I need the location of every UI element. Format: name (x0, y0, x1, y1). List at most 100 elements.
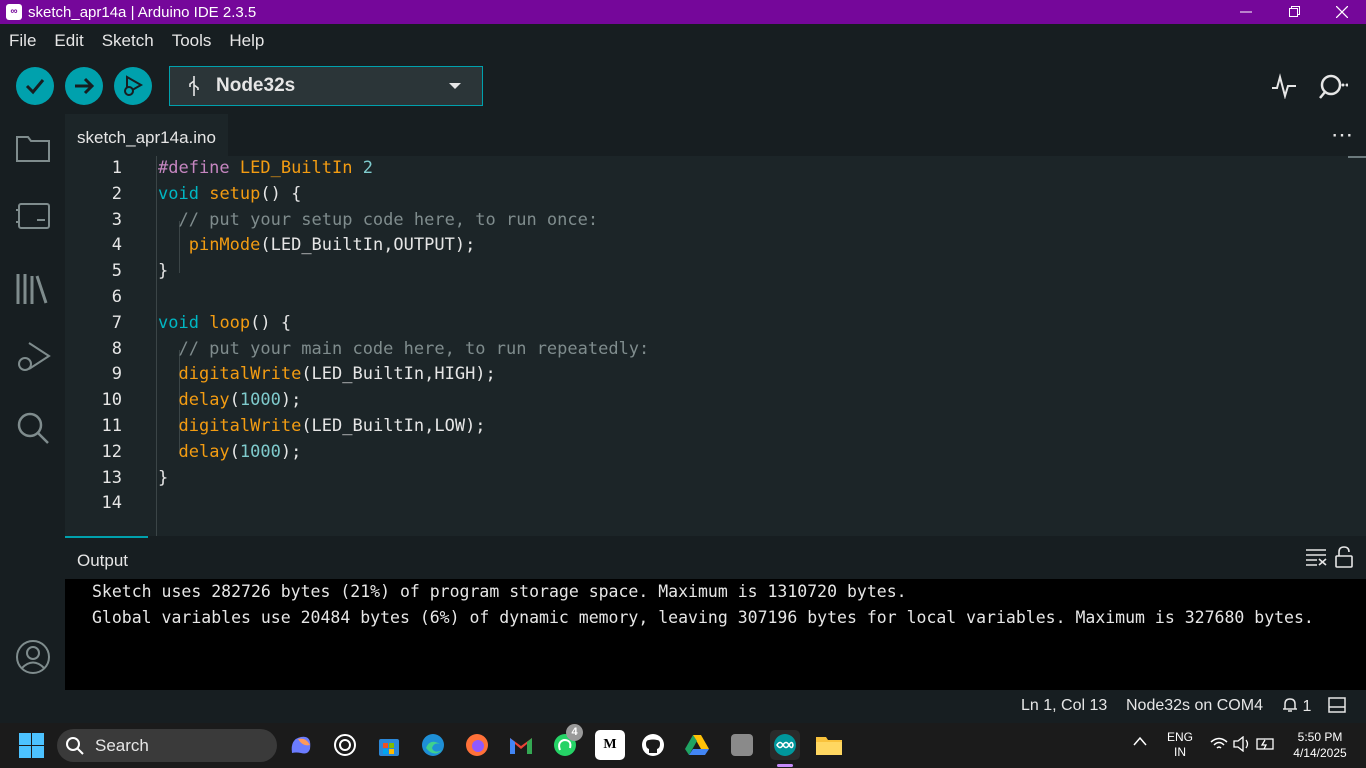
code-line[interactable]: 3 // put your setup code here, to run on… (65, 210, 1348, 236)
file-explorer-icon[interactable] (814, 730, 844, 760)
account-button[interactable] (14, 638, 52, 676)
line-number: 4 (111, 235, 122, 256)
search-icon (17, 412, 49, 444)
code-text: } (158, 467, 169, 488)
minimize-icon (1240, 11, 1252, 13)
bell-icon (1283, 698, 1297, 712)
board-selector[interactable]: Node32s (169, 66, 483, 106)
code-line[interactable]: 13} (65, 468, 1348, 494)
network-button[interactable] (1210, 737, 1228, 754)
output-panel: Output Sketch uses 282726 bytes (21%) of… (65, 536, 1366, 690)
code-line[interactable]: 1 #define LED_BuiltIn 2 (65, 158, 1348, 184)
code-line[interactable]: 5} (65, 261, 1348, 287)
title-bar: ∞ sketch_apr14a | Arduino IDE 2.3.5 (0, 0, 1366, 24)
code-text: } (158, 261, 169, 282)
code-line[interactable]: 11 digitalWrite(LED_BuiltIn,LOW); (65, 416, 1348, 442)
serial-monitor-button[interactable] (1316, 70, 1348, 102)
board-name: Node32s (216, 75, 296, 96)
windows-logo-icon (19, 733, 44, 758)
serial-plotter-button[interactable] (1268, 70, 1300, 102)
scroll-lock-button[interactable] (1333, 546, 1355, 568)
clear-output-button[interactable] (1305, 546, 1327, 568)
menu-help[interactable]: Help (220, 31, 273, 51)
debug-sidebar-button[interactable] (14, 338, 52, 376)
code-line[interactable]: 10 delay(1000); (65, 390, 1348, 416)
boards-manager-icon (16, 203, 50, 229)
code-line[interactable]: 12 delay(1000); (65, 442, 1348, 468)
arduino-icon[interactable] (770, 730, 800, 760)
toggle-panel-button[interactable] (1328, 697, 1346, 718)
tab-output[interactable]: Output (65, 536, 148, 579)
line-number: 5 (111, 261, 122, 282)
blank-app-icon[interactable] (727, 730, 757, 760)
copilot-icon[interactable] (286, 730, 316, 760)
clock[interactable]: 5:50 PM 4/14/2025 (1290, 729, 1350, 761)
code-editor[interactable]: 1 #define LED_BuiltIn 2 2 void setup() {3 /… (65, 156, 1348, 536)
gmail-icon[interactable] (506, 730, 536, 760)
start-button[interactable] (19, 733, 44, 763)
menu-file[interactable]: File (0, 31, 45, 51)
code-text: pinMode(LED_BuiltIn,OUTPUT); (188, 235, 476, 256)
microsoft-store-icon[interactable] (374, 730, 404, 760)
maximize-button[interactable] (1270, 0, 1318, 24)
usb-icon (189, 76, 199, 96)
board-port-status[interactable]: Node32s on COM4 (1126, 697, 1263, 715)
volume-button[interactable] (1233, 735, 1251, 755)
code-line[interactable]: 6 (65, 287, 1348, 313)
code-text: void loop() { (158, 312, 292, 333)
menu-sketch[interactable]: Sketch (93, 31, 163, 51)
language-indicator[interactable]: ENG IN (1164, 730, 1196, 760)
notification-count: 1 (1302, 698, 1312, 715)
sketchbook-button[interactable] (14, 128, 52, 166)
code-text: delay(1000); (178, 390, 302, 411)
chatgpt-icon[interactable] (330, 730, 360, 760)
medium-icon[interactable]: M (595, 730, 625, 760)
window-title: sketch_apr14a | Arduino IDE 2.3.5 (28, 3, 257, 21)
menu-edit[interactable]: Edit (45, 31, 92, 51)
code-line[interactable]: 14 (65, 493, 1348, 519)
edge-icon[interactable] (418, 730, 448, 760)
debug-icon (18, 342, 51, 371)
notifications-button[interactable]: 1 (1282, 697, 1311, 716)
google-drive-icon[interactable] (682, 730, 712, 760)
battery-button[interactable] (1256, 736, 1276, 755)
taskbar-search[interactable]: Search (57, 729, 277, 762)
code-line[interactable]: 8 // put your main code here, to run rep… (65, 339, 1348, 365)
windows-taskbar: Search 4 M ENG IN 5:50 PM 4/14/2025 (0, 723, 1366, 768)
verify-button[interactable] (16, 67, 54, 105)
show-hidden-icons-button[interactable] (1133, 735, 1147, 749)
search-label: Search (95, 735, 149, 755)
debug-icon (124, 75, 144, 96)
library-manager-button[interactable] (14, 269, 52, 307)
whatsapp-badge: 4 (566, 724, 583, 741)
serial-plotter-icon (1272, 73, 1296, 99)
debug-button[interactable] (114, 67, 152, 105)
whatsapp-icon[interactable]: 4 (550, 724, 583, 760)
search-sidebar-button[interactable] (14, 409, 52, 447)
code-text: void setup() { (158, 183, 302, 204)
line-number: 6 (111, 287, 122, 307)
tab-sketch-file[interactable]: sketch_apr14a.ino (65, 114, 228, 156)
output-console[interactable]: Sketch uses 282726 bytes (21%) of progra… (65, 579, 1366, 690)
editor-area: sketch_apr14a.ino ⋯ 1 #define LED_BuiltIn… (65, 114, 1366, 536)
line-number: 14 (101, 493, 122, 514)
code-line[interactable]: 9 digitalWrite(LED_BuiltIn,HIGH); (65, 364, 1348, 390)
upload-button[interactable] (65, 67, 103, 105)
github-icon[interactable] (638, 730, 668, 760)
minimize-button[interactable] (1222, 0, 1270, 24)
scrollbar[interactable] (1348, 156, 1366, 158)
code-line[interactable]: 7 void loop() { (65, 313, 1348, 339)
code-line[interactable]: 4 pinMode(LED_BuiltIn,OUTPUT); (65, 235, 1348, 261)
firefox-icon[interactable] (462, 730, 492, 760)
line-number: 8 (111, 338, 122, 359)
wifi-icon (1210, 737, 1228, 749)
close-button[interactable] (1318, 0, 1366, 24)
code-text: digitalWrite(LED_BuiltIn,HIGH); (178, 364, 496, 385)
menu-tools[interactable]: Tools (163, 31, 221, 51)
status-bar: Ln 1, Col 13 Node32s on COM4 1 (0, 690, 1366, 723)
boards-manager-button[interactable] (14, 197, 52, 235)
more-actions-icon[interactable]: ⋯ (1331, 122, 1354, 148)
library-manager-icon (16, 274, 48, 304)
cursor-position[interactable]: Ln 1, Col 13 (1021, 697, 1107, 715)
code-line[interactable]: 2 void setup() { (65, 184, 1348, 210)
